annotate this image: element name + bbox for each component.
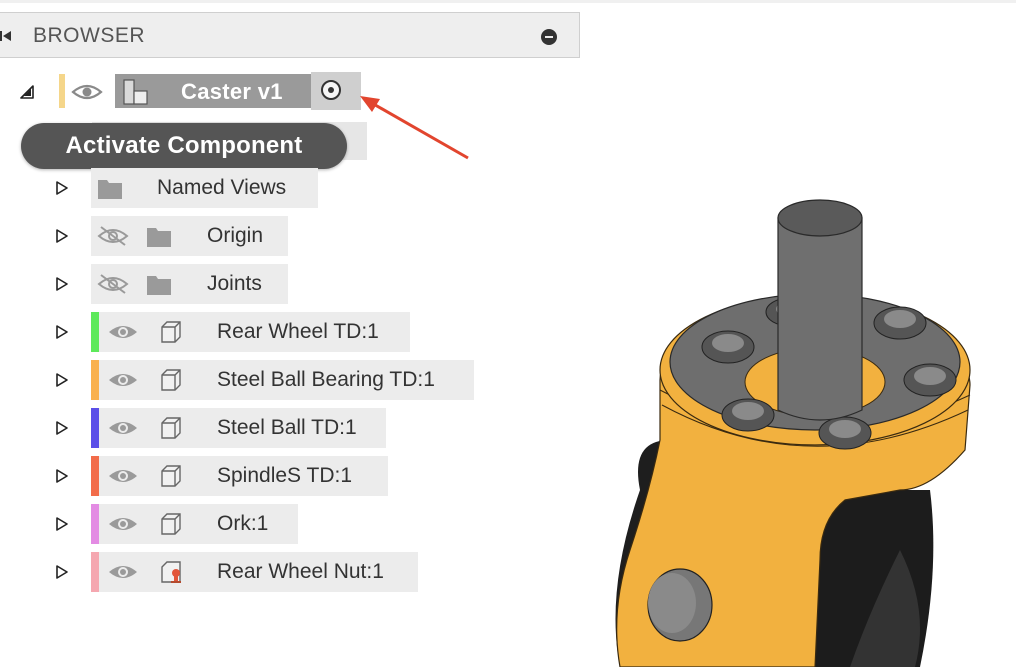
assembly-icon bbox=[123, 79, 148, 105]
component-icon bbox=[161, 369, 181, 391]
tree-row[interactable]: Steel Ball TD:1 bbox=[56, 408, 496, 448]
tree-row[interactable]: Rear Wheel Nut:1 bbox=[56, 552, 496, 592]
tree-row[interactable]: Joints bbox=[56, 264, 496, 304]
eye-hidden-icon[interactable] bbox=[96, 224, 130, 248]
component-color-tag bbox=[91, 456, 99, 496]
component-color-tag bbox=[91, 360, 99, 400]
eye-icon[interactable] bbox=[106, 368, 140, 392]
tree-row[interactable]: Named Views bbox=[56, 168, 496, 208]
minimize-panel-button[interactable] bbox=[541, 29, 557, 45]
root-component-label: Caster v1 bbox=[181, 79, 283, 104]
tree-row-label: Steel Ball Bearing TD:1 bbox=[217, 368, 435, 391]
component-icon bbox=[161, 417, 181, 439]
tree-row-label: Rear Wheel TD:1 bbox=[217, 320, 379, 343]
tooltip-text: Activate Component bbox=[65, 132, 303, 159]
tree-row[interactable]: Origin bbox=[56, 216, 496, 256]
expand-triangle-icon[interactable] bbox=[56, 373, 68, 387]
expanded-triangle-icon[interactable] bbox=[20, 85, 34, 99]
folder-icon bbox=[147, 228, 171, 247]
eye-icon[interactable] bbox=[106, 560, 140, 584]
eye-icon[interactable] bbox=[70, 80, 104, 104]
radio-target-icon bbox=[321, 80, 341, 100]
tree-row-label: Steel Ball TD:1 bbox=[217, 416, 357, 439]
caster-3d-model[interactable] bbox=[600, 190, 1016, 667]
tree-row[interactable]: Rear Wheel TD:1 bbox=[56, 312, 496, 352]
eye-icon[interactable] bbox=[106, 320, 140, 344]
component-color-tag bbox=[91, 504, 99, 544]
tree-row-label: SpindleS TD:1 bbox=[217, 464, 353, 487]
tree-row[interactable]: Ork:1 bbox=[56, 504, 496, 544]
expand-triangle-icon[interactable] bbox=[56, 181, 68, 195]
tooltip: Activate Component bbox=[21, 123, 347, 169]
expand-triangle-icon[interactable] bbox=[56, 469, 68, 483]
eye-icon[interactable] bbox=[106, 464, 140, 488]
tree-row[interactable]: SpindleS TD:1 bbox=[56, 456, 496, 496]
red-arrow-annotation bbox=[360, 96, 469, 160]
tree-row[interactable]: Steel Ball Bearing TD:1 bbox=[56, 360, 496, 400]
component-icon bbox=[161, 321, 181, 343]
tree-row-label: Joints bbox=[207, 272, 262, 295]
expand-triangle-icon[interactable] bbox=[56, 277, 68, 291]
expand-triangle-icon[interactable] bbox=[56, 229, 68, 243]
expand-triangle-icon[interactable] bbox=[56, 325, 68, 339]
component-icon bbox=[161, 513, 181, 535]
eye-icon[interactable] bbox=[106, 416, 140, 440]
component-icon bbox=[161, 465, 181, 487]
folder-icon bbox=[98, 180, 122, 199]
component-color-tag bbox=[91, 312, 99, 352]
browser-title: BROWSER bbox=[33, 24, 146, 47]
component-color-tag bbox=[91, 408, 99, 448]
eye-hidden-icon[interactable] bbox=[96, 272, 130, 296]
root-color-tag bbox=[59, 74, 65, 108]
collapse-panel-icon[interactable] bbox=[0, 29, 12, 43]
tree-row-label: Rear Wheel Nut:1 bbox=[217, 560, 384, 583]
folder-icon bbox=[147, 276, 171, 295]
tree-row-label: Origin bbox=[207, 224, 264, 247]
browser-header: BROWSER bbox=[0, 12, 580, 58]
pinned-component-icon bbox=[161, 561, 181, 583]
tree-row-label: Named Views bbox=[157, 176, 287, 199]
expand-triangle-icon[interactable] bbox=[56, 517, 68, 531]
expand-triangle-icon[interactable] bbox=[56, 421, 68, 435]
component-color-tag bbox=[91, 552, 99, 592]
expand-triangle-icon[interactable] bbox=[56, 565, 68, 579]
top-divider bbox=[0, 0, 1016, 3]
tree-row-label: Ork:1 bbox=[217, 512, 269, 535]
eye-icon[interactable] bbox=[106, 512, 140, 536]
